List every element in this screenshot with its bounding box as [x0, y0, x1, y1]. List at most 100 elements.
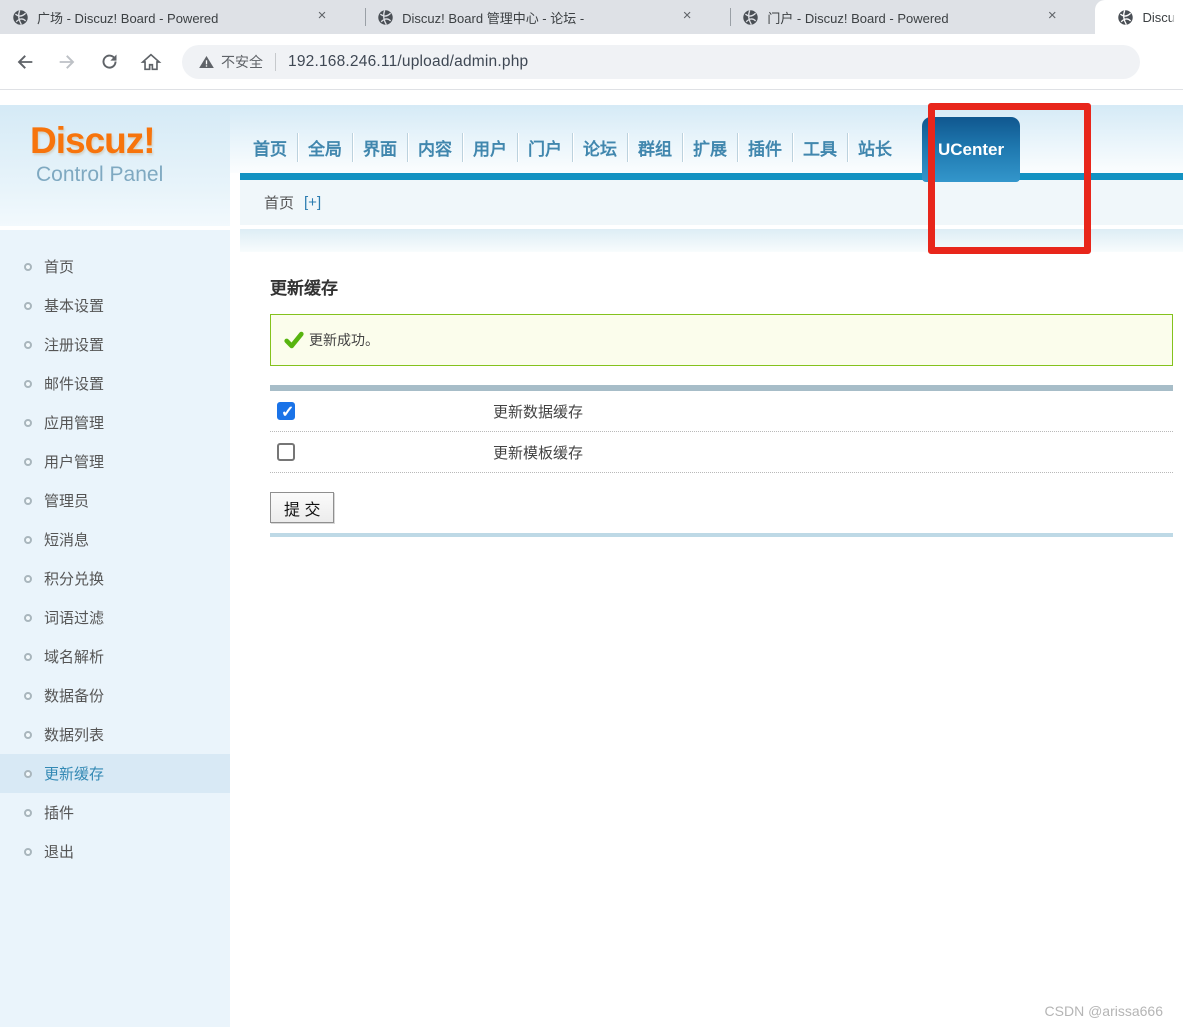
reload-button[interactable]: [92, 45, 126, 79]
sidebar-item-app-management[interactable]: 应用管理: [0, 403, 230, 442]
data-cache-checkbox[interactable]: [277, 402, 295, 422]
nav-forum[interactable]: 论坛: [573, 133, 628, 162]
logo-panel: Discuz! Control Panel: [0, 105, 230, 227]
globe-icon: [13, 9, 28, 25]
bullet-icon: [24, 808, 32, 817]
bullet-icon: [24, 847, 32, 856]
sidebar-item-label: 退出: [44, 844, 75, 861]
bullet-icon: [24, 301, 32, 310]
nav-group[interactable]: 群组: [628, 133, 683, 162]
sidebar-item-word-filter[interactable]: 词语过滤: [0, 598, 230, 637]
bullet-icon: [24, 418, 32, 427]
sidebar-item-label: 用户管理: [44, 454, 105, 471]
bullet-icon: [24, 652, 32, 661]
sidebar-item-update-cache[interactable]: 更新缓存: [0, 754, 230, 793]
sidebar-item-basic-settings[interactable]: 基本设置: [0, 286, 230, 325]
sidebar-item-label: 域名解析: [44, 649, 105, 666]
bullet-icon: [24, 730, 32, 739]
forward-button[interactable]: [50, 45, 84, 79]
home-button[interactable]: [134, 45, 168, 79]
column-gap: [230, 173, 240, 1027]
submit-button[interactable]: 提 交: [270, 492, 335, 523]
watermark-text: CSDN @arissa666: [1044, 1003, 1163, 1019]
nav-portal[interactable]: 门户: [518, 133, 573, 162]
sidebar-menu: 首页 基本设置 注册设置 邮件设置 应用管理 用户管理 管理员 短消息 积分兑换…: [0, 227, 230, 1027]
sidebar-item-short-messages[interactable]: 短消息: [0, 520, 230, 559]
sidebar-item-label: 短消息: [44, 532, 90, 549]
section-divider: [270, 533, 1173, 537]
tab-title: 门户 - Discuz! Board - Powered: [767, 10, 949, 26]
globe-icon: [1118, 9, 1134, 25]
divider: [275, 52, 276, 71]
sidebar-item-label: 积分兑换: [44, 571, 105, 588]
nav-home[interactable]: 首页: [243, 133, 298, 162]
tab-title: Discuz! Board 管理中心 - 论坛 -: [402, 10, 585, 26]
bullet-icon: [24, 262, 32, 271]
nav-interface[interactable]: 界面: [353, 133, 408, 162]
discuz-logo: Discuz!: [30, 120, 156, 161]
sidebar-item-domain-resolution[interactable]: 域名解析: [0, 637, 230, 676]
sidebar-item-credit-exchange[interactable]: 积分兑换: [0, 559, 230, 598]
address-bar[interactable]: 不安全 192.168.246.11/upload/admin.php: [182, 44, 1140, 79]
security-label: 不安全: [221, 53, 263, 70]
nav-content[interactable]: 内容: [408, 133, 463, 162]
browser-tab-2[interactable]: Discuz! Board 管理中心 - 论坛 - ×: [365, 0, 730, 34]
nav-tools[interactable]: 工具: [793, 133, 848, 162]
sidebar-item-label: 邮件设置: [44, 376, 105, 393]
bullet-icon: [24, 691, 32, 700]
sidebar-item-data-backup[interactable]: 数据备份: [0, 676, 230, 715]
nav-extend[interactable]: 扩展: [683, 133, 738, 162]
sidebar-item-home[interactable]: 首页: [0, 247, 230, 286]
back-button[interactable]: [8, 45, 42, 79]
close-icon[interactable]: ×: [1043, 8, 1061, 26]
sidebar-item-label: 数据列表: [44, 727, 105, 744]
sidebar-item-user-management[interactable]: 用户管理: [0, 442, 230, 481]
breadcrumb-expand-link[interactable]: [+]: [304, 194, 321, 211]
sidebar-item-logout[interactable]: 退出: [0, 832, 230, 871]
breadcrumb-shade: [240, 229, 1183, 252]
bullet-icon: [24, 535, 32, 544]
bullet-icon: [24, 769, 32, 778]
bullet-icon: [24, 613, 32, 622]
sidebar-item-plugins[interactable]: 插件: [0, 793, 230, 832]
bullet-icon: [24, 496, 32, 505]
nav-plugin[interactable]: 插件: [738, 133, 793, 162]
nav-webmaster[interactable]: 站长: [848, 133, 902, 162]
bullet-icon: [24, 457, 32, 466]
check-icon: [284, 331, 304, 349]
main-content: 更新缓存 更新成功。 更新数据缓存 更新模板缓存 提 交: [240, 252, 1183, 1027]
browser-tab-4-active[interactable]: Discu: [1095, 0, 1183, 34]
nav-ucenter-tab[interactable]: UCenter: [922, 117, 1020, 182]
warning-icon: [199, 55, 214, 68]
page-title: 更新缓存: [270, 279, 338, 298]
globe-icon: [378, 9, 393, 25]
sidebar-item-label: 应用管理: [44, 415, 105, 432]
sidebar-item-label: 数据备份: [44, 688, 105, 705]
template-cache-checkbox[interactable]: [277, 443, 295, 461]
nav-global[interactable]: 全局: [298, 133, 353, 162]
tab-title: Discu: [1142, 9, 1175, 25]
breadcrumb-home-link[interactable]: 首页: [264, 192, 294, 213]
tab-title: 广场 - Discuz! Board - Powered: [37, 10, 219, 26]
browser-tab-1[interactable]: 广场 - Discuz! Board - Powered ×: [0, 0, 365, 34]
success-message-text: 更新成功。: [309, 332, 379, 348]
success-message-box: 更新成功。: [270, 314, 1173, 366]
checkbox-label: 更新模板缓存: [493, 444, 584, 462]
sidebar-item-label: 注册设置: [44, 337, 105, 354]
sidebar-item-data-list[interactable]: 数据列表: [0, 715, 230, 754]
close-icon[interactable]: ×: [313, 8, 331, 26]
sidebar-item-label: 管理员: [44, 493, 90, 510]
sidebar-item-register-settings[interactable]: 注册设置: [0, 325, 230, 364]
sidebar-item-admins[interactable]: 管理员: [0, 481, 230, 520]
accent-bar: [240, 173, 1183, 180]
close-icon[interactable]: ×: [678, 8, 696, 26]
checkbox-label: 更新数据缓存: [493, 403, 584, 421]
globe-icon: [743, 9, 759, 25]
nav-user[interactable]: 用户: [463, 133, 518, 162]
page-top-margin: [0, 90, 1183, 105]
browser-tab-3[interactable]: 门户 - Discuz! Board - Powered ×: [730, 0, 1095, 34]
sidebar-item-mail-settings[interactable]: 邮件设置: [0, 364, 230, 403]
url-text[interactable]: 192.168.246.11/upload/admin.php: [288, 53, 528, 71]
logo-subtitle: Control Panel: [36, 163, 164, 186]
security-chip[interactable]: 不安全: [198, 52, 263, 72]
